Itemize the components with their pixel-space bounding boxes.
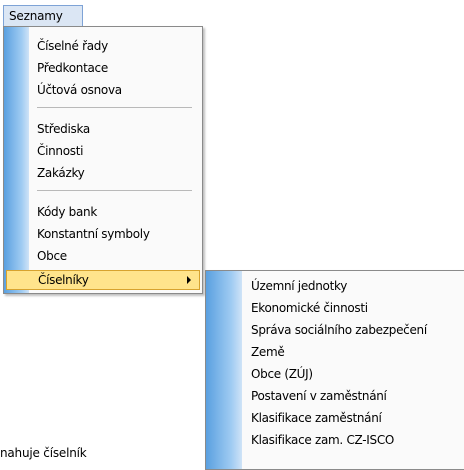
menu-seznamy[interactable]: Seznamy — [3, 5, 83, 27]
submenu-item-obce-zuj[interactable]: Obce (ZÚJ) — [251, 364, 313, 384]
submenu-item-label: Země — [251, 345, 285, 359]
submenu-item-label: Územní jednotky — [251, 279, 348, 293]
menu-item-label: Činnosti — [37, 144, 84, 158]
background-text: nahuje číselník — [0, 446, 87, 460]
menu-gutter — [4, 27, 29, 293]
menu-item-predkontace[interactable]: Předkontace — [37, 58, 108, 78]
menu-separator — [37, 107, 192, 108]
submenu-gutter — [206, 271, 242, 469]
submenu-item-postaveni-v-zamestnani[interactable]: Postavení v zaměstnání — [251, 386, 387, 406]
menu-item-label: Střediska — [37, 122, 90, 136]
menu-separator — [37, 190, 192, 191]
seznamy-dropdown: Číselné řady Předkontace Účtová osnova S… — [3, 26, 203, 294]
submenu-item-klasifikace-zam-cz-isco[interactable]: Klasifikace zam. CZ-ISCO — [251, 430, 394, 450]
submenu-item-label: Ekonomické činnosti — [251, 301, 368, 315]
menu-item-label: Předkontace — [37, 61, 108, 75]
ciselniky-submenu: Územní jednotky Ekonomické činnosti Sprá… — [205, 270, 464, 470]
menu-item-label: Zakázky — [37, 166, 85, 180]
menu-item-label: Kódy bank — [37, 205, 97, 219]
menu-item-uctova-osnova[interactable]: Účtová osnova — [37, 80, 122, 100]
submenu-item-sprava-socialniho-zabezpeceni[interactable]: Správa sociálního zabezpečení — [251, 320, 427, 340]
submenu-item-klasifikace-zamestnani[interactable]: Klasifikace zaměstnání — [251, 408, 382, 428]
submenu-item-label: Klasifikace zaměstnání — [251, 411, 382, 425]
submenu-item-ekonomicke-cinnosti[interactable]: Ekonomické činnosti — [251, 298, 368, 318]
menu-item-zakazky[interactable]: Zakázky — [37, 163, 85, 183]
menu-item-cinnosti[interactable]: Činnosti — [37, 141, 83, 161]
submenu-item-zeme[interactable]: Země — [251, 342, 285, 362]
submenu-arrow-icon — [187, 276, 191, 284]
menu-item-label: Číselníky — [38, 273, 89, 287]
menu-item-strediska[interactable]: Střediska — [37, 119, 90, 139]
menu-item-konstantni-symboly[interactable]: Konstantní symboly — [37, 224, 150, 244]
menu-item-label: Číselné řady — [37, 39, 108, 53]
menu-item-label: Obce — [37, 249, 67, 263]
menu-item-label: Účtová osnova — [37, 83, 122, 97]
menu-item-kody-bank[interactable]: Kódy bank — [37, 202, 97, 222]
submenu-item-label: Obce (ZÚJ) — [251, 367, 313, 381]
menu-item-ciselne-rady[interactable]: Číselné řady — [37, 36, 108, 56]
menu-item-label: Konstantní symboly — [37, 227, 150, 241]
menu-item-obce[interactable]: Obce — [37, 246, 67, 266]
menu-seznamy-label: Seznamy — [9, 9, 63, 23]
submenu-item-uzemni-jednotky[interactable]: Územní jednotky — [251, 276, 347, 296]
submenu-item-label: Postavení v zaměstnání — [251, 389, 387, 403]
menu-item-ciselniky[interactable]: Číselníky — [6, 270, 200, 290]
submenu-item-label: Klasifikace zam. CZ-ISCO — [251, 433, 395, 447]
submenu-item-label: Správa sociálního zabezpečení — [251, 323, 427, 337]
